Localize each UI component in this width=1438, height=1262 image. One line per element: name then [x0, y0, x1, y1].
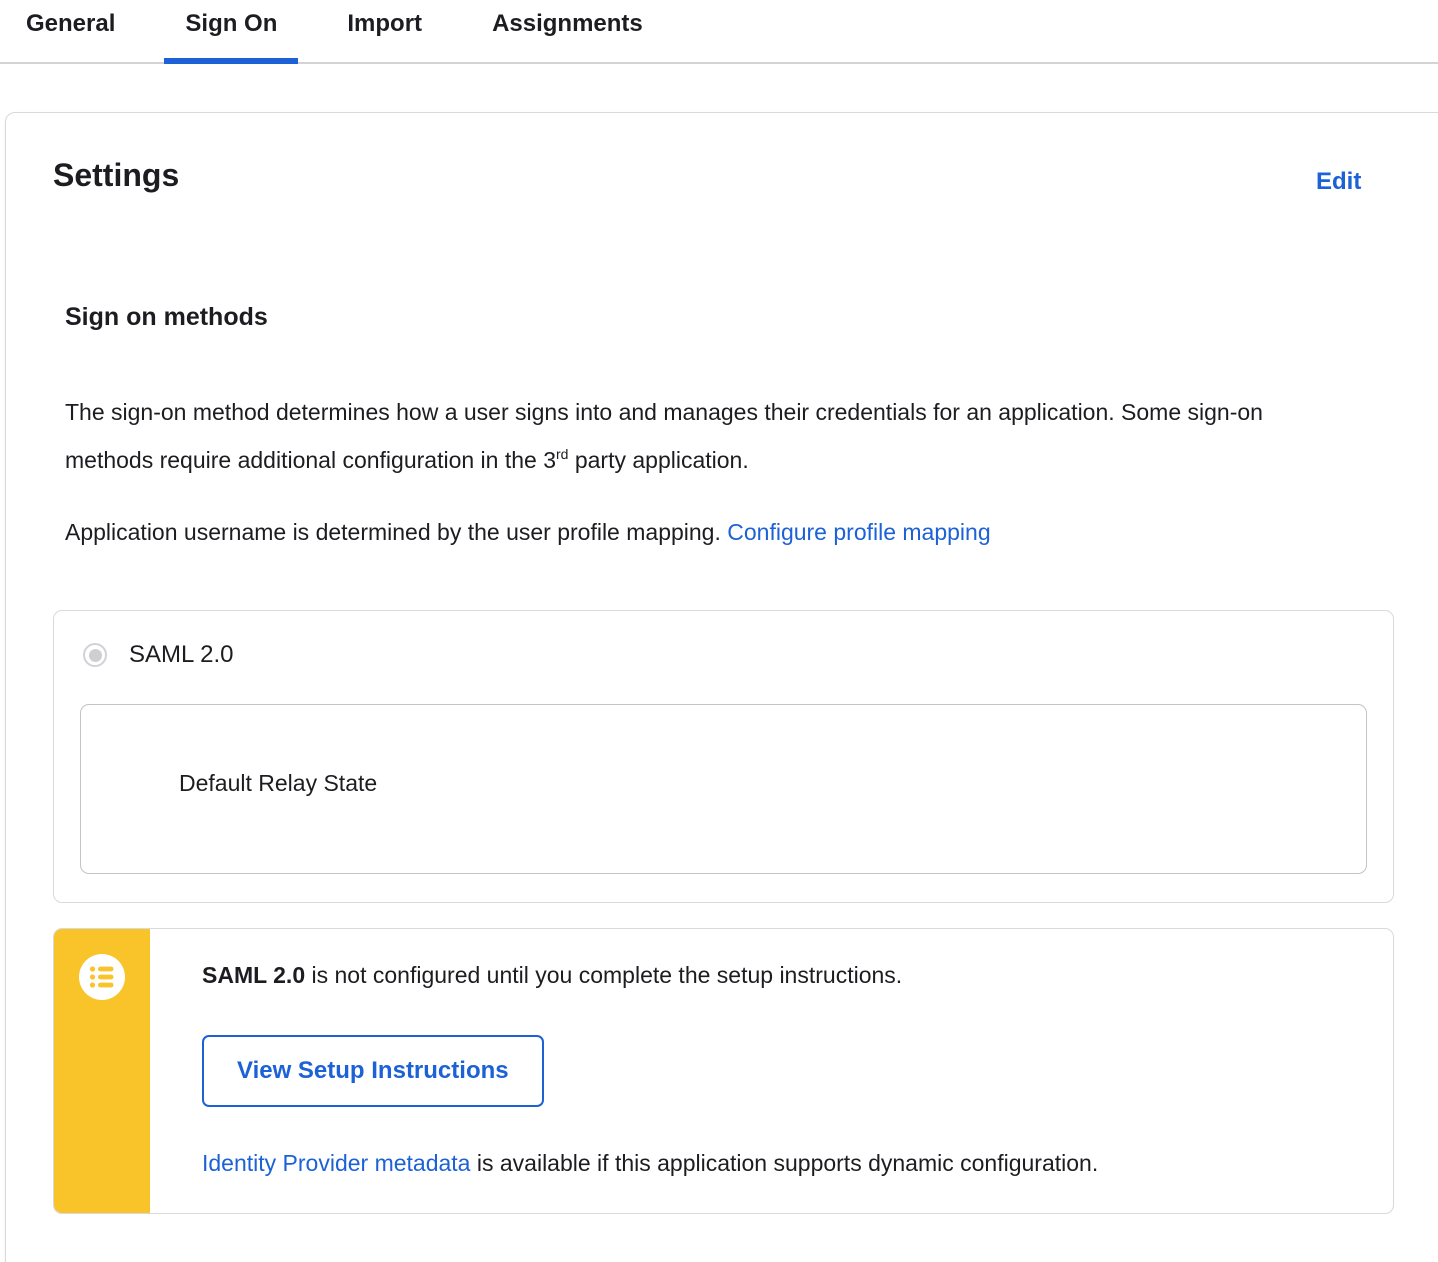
radio-dot: [88, 648, 102, 662]
configure-profile-mapping-link[interactable]: Configure profile mapping: [727, 519, 990, 545]
tab-general[interactable]: General: [5, 0, 136, 62]
default-relay-state-field: Default Relay State: [80, 704, 1367, 874]
ordinal-superscript: rd: [556, 446, 569, 462]
default-relay-state-label: Default Relay State: [179, 770, 378, 796]
callout-accent-bar: [54, 929, 150, 1213]
username-note-text: Application username is determined by th…: [65, 519, 728, 545]
tab-sign-on[interactable]: Sign On: [164, 0, 299, 64]
metadata-note: Identity Provider metadata is available …: [202, 1150, 1098, 1177]
application-username-note: Application username is determined by th…: [65, 508, 991, 556]
edit-button[interactable]: Edit: [1316, 168, 1361, 196]
saml-method-box: SAML 2.0 Default Relay State: [53, 610, 1394, 903]
callout-message-bold: SAML 2.0: [202, 962, 306, 988]
view-setup-instructions-button[interactable]: View Setup Instructions: [202, 1035, 544, 1107]
metadata-note-text: is available if this application support…: [470, 1150, 1099, 1176]
saml-radio-label: SAML 2.0: [129, 641, 234, 668]
setup-callout: SAML 2.0 is not configured until you com…: [53, 928, 1394, 1214]
settings-card: Settings Edit Sign on methods The sign-o…: [5, 112, 1438, 1262]
identity-provider-metadata-link[interactable]: Identity Provider metadata: [202, 1150, 470, 1176]
sign-on-method-description: The sign-on method determines how a user…: [65, 388, 1315, 487]
section-heading-sign-on-methods: Sign on methods: [65, 303, 268, 331]
tab-bar: General Sign On Import Assignments: [0, 0, 1438, 64]
callout-body: SAML 2.0 is not configured until you com…: [150, 929, 1128, 1213]
saml-radio[interactable]: [83, 643, 107, 667]
saml-radio-row: SAML 2.0: [83, 641, 1393, 669]
page-title: Settings: [53, 157, 180, 193]
callout-message-rest: is not configured until you complete the…: [305, 962, 903, 988]
tab-import[interactable]: Import: [326, 0, 443, 62]
callout-message: SAML 2.0 is not configured until you com…: [202, 962, 1098, 989]
description-text-continued: party application.: [568, 447, 749, 473]
list-icon: [79, 954, 125, 1000]
tab-assignments[interactable]: Assignments: [471, 0, 664, 62]
